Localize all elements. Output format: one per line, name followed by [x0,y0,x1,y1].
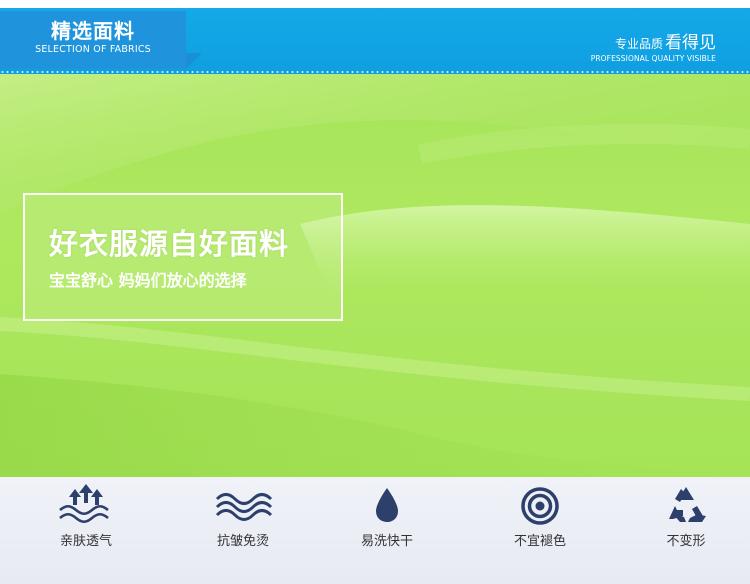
slogan-box: 好衣服源自好面料 宝宝舒心 妈妈们放心的选择 [23,193,343,321]
recycle-icon [669,487,706,522]
feature-label: 不变形 [666,534,706,549]
feature-label: 亲肤透气 [59,534,112,549]
fabric-photo: 好衣服源自好面料 宝宝舒心 妈妈们放心的选择 [0,74,750,477]
feature-breathable: 亲肤透气 [11,477,161,584]
features-strip: 亲肤透气 抗皱免烫 易洗快干 不宜褪色 不变形 [0,477,750,584]
dotted-line-divider [0,71,750,73]
concentric-target-icon [521,487,559,525]
hero-subline: 宝宝舒心 妈妈们放心的选择 [49,271,247,290]
section-tab: 精选面料 SELECTION OF FABRICS [0,11,202,69]
feature-quick-dry: 易洗快干 [312,477,462,584]
feature-no-deform: 不变形 [611,477,750,584]
feature-wrinkle-free: 抗皱免烫 [168,477,318,584]
brand-english-text: PROFESSIONAL QUALITY VISIBLE [590,54,716,63]
brand-small-text: 专业品质 [614,37,663,51]
brand-slogan: 专业品质 看得见 PROFESSIONAL QUALITY VISIBLE [591,28,716,63]
section-subtitle: SELECTION OF FABRICS [35,44,151,55]
brand-big-text: 看得见 [665,33,716,53]
feature-label: 抗皱免烫 [216,534,269,549]
section-title: 精选面料 [51,19,135,43]
feature-colorfast: 不宜褪色 [465,477,615,584]
hero-headline: 好衣服源自好面料 [49,227,290,261]
wrinkle-wave-icon [215,493,273,521]
feature-label: 易洗快干 [360,534,413,549]
water-drop-icon [376,488,398,522]
feature-label: 不宜褪色 [513,534,566,549]
breathable-wave-arrows-icon [59,484,109,524]
